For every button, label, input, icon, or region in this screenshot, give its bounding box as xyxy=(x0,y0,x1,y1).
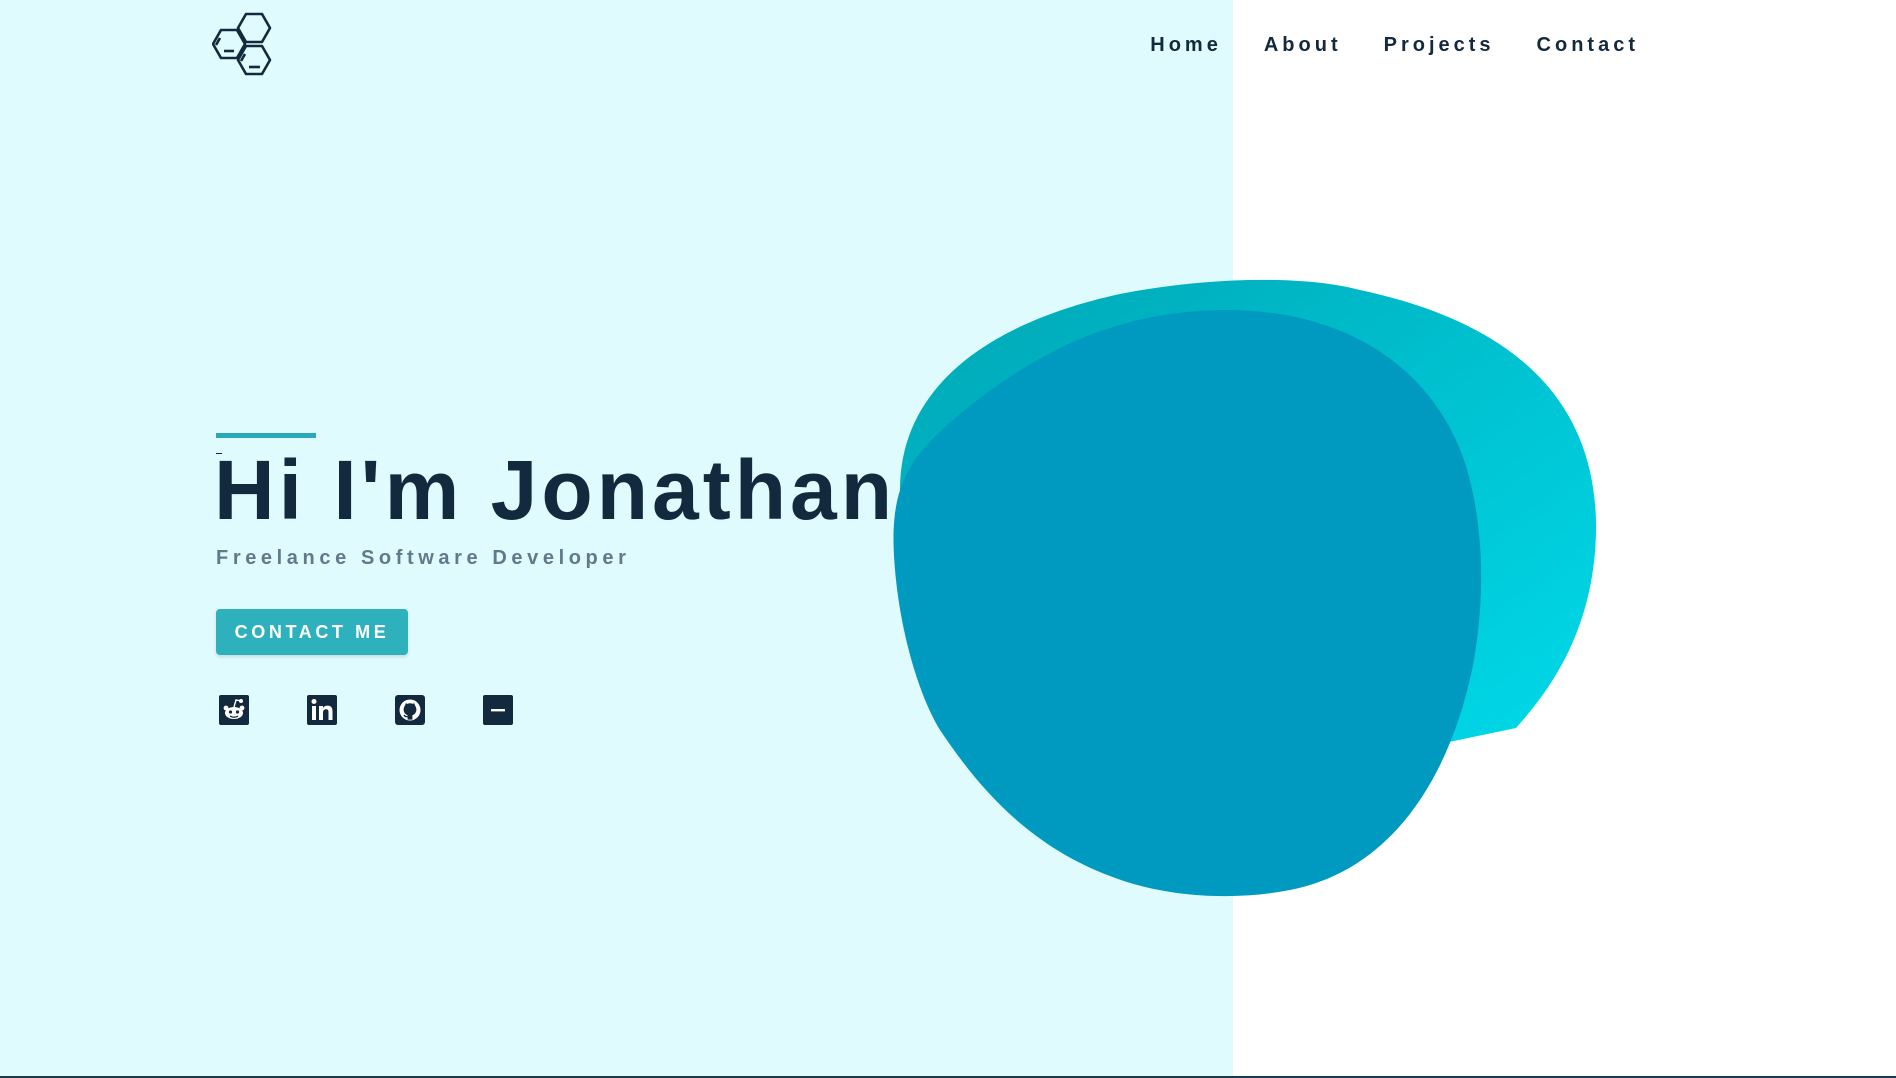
title-accent-bar xyxy=(216,433,316,438)
nav-about-link[interactable]: About xyxy=(1264,34,1342,57)
hexagon-logo-icon[interactable] xyxy=(212,10,286,80)
hero-subtitle: Freelance Software Developer xyxy=(216,547,631,569)
hero-blob-illustration xyxy=(893,279,1597,897)
github-icon[interactable] xyxy=(395,695,425,725)
nav-contact-link[interactable]: Contact xyxy=(1537,34,1639,57)
hero-section: Hi I'm Jonathan Freelance Software Devel… xyxy=(214,433,916,725)
contact-me-button[interactable]: CONTACT ME xyxy=(216,609,408,655)
reddit-icon[interactable] xyxy=(219,695,249,725)
page: Home About Projects Contact Hi I'm Jonat… xyxy=(0,0,1896,1078)
main-nav: Home About Projects Contact xyxy=(1150,34,1639,57)
nav-projects-link[interactable]: Projects xyxy=(1384,34,1495,57)
linkedin-icon[interactable] xyxy=(307,695,337,725)
blob-front-shape xyxy=(893,309,1482,897)
minus-square-icon[interactable] xyxy=(483,695,513,725)
nav-home-link[interactable]: Home xyxy=(1150,34,1222,57)
hero-title: Hi I'm Jonathan xyxy=(214,443,897,537)
social-links xyxy=(219,695,916,725)
